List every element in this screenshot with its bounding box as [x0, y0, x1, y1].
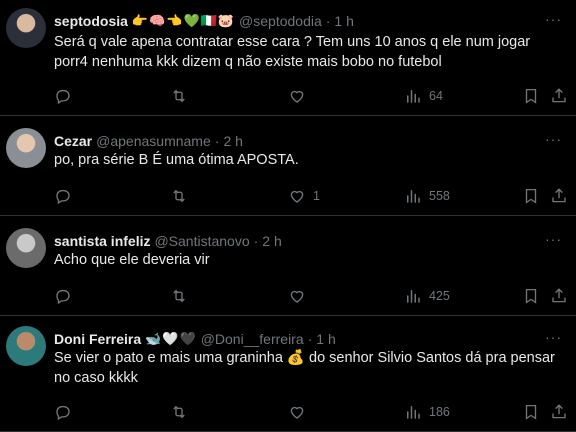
reply-icon [54, 87, 72, 105]
bookmark-button[interactable] [522, 86, 540, 106]
heart-icon [288, 403, 306, 421]
like-button[interactable] [288, 86, 313, 106]
retweet-icon [170, 187, 188, 205]
user-handle[interactable]: @apenasumname [96, 133, 211, 149]
tweet-actions: 425 [54, 286, 576, 306]
tweet-actions: 64 [54, 86, 576, 106]
views-button[interactable]: 186 [404, 402, 450, 422]
display-name[interactable]: Doni Ferreira [54, 331, 141, 347]
separator-dot: · [253, 233, 259, 249]
share-button[interactable] [550, 186, 568, 206]
tweet-text: Será q vale apena contratar esse cara ? … [54, 34, 531, 70]
name-emojis: 🐋🤍🖤 [145, 331, 197, 347]
name-emojis: 👉🧠👈💚🇮🇹🐷 [131, 13, 236, 29]
avatar[interactable] [6, 326, 46, 366]
bookmark-icon [522, 187, 540, 205]
share-icon [550, 187, 568, 205]
separator-dot: · [214, 133, 220, 149]
retweet-button[interactable] [170, 402, 195, 422]
reply-icon [54, 287, 72, 305]
reply-button[interactable] [54, 402, 79, 422]
more-icon[interactable]: ··· [545, 131, 562, 147]
share-icon [550, 403, 568, 421]
retweet-button[interactable] [170, 286, 195, 306]
views-icon [404, 87, 422, 105]
display-name[interactable]: Cezar [54, 133, 92, 149]
tweet-header: Doni Ferreira 🐋🤍🖤 @Doni__ferreira · 1 h [54, 329, 546, 349]
tweet-text: Se vier o pato e mais uma graninha 💰 do … [54, 350, 555, 386]
tweet[interactable]: Cezar @apenasumname · 2 h ··· po, pra série B… [0, 116, 576, 216]
tweet-header: santista infeliz @Santistanovo · 2 h [54, 231, 546, 251]
avatar[interactable] [6, 228, 46, 268]
heart-icon [288, 87, 306, 105]
tweet[interactable]: santista infeliz @Santistanovo · 2 h ··· Acho… [0, 216, 576, 316]
like-button[interactable]: 1 [288, 186, 320, 206]
more-icon[interactable]: ··· [545, 329, 562, 345]
reply-button[interactable] [54, 86, 79, 106]
avatar[interactable] [6, 128, 46, 168]
tweet-header: Cezar @apenasumname · 2 h [54, 131, 546, 151]
separator-dot: · [325, 13, 331, 29]
share-icon [550, 287, 568, 305]
user-handle[interactable]: @Doni__ferreira [201, 331, 304, 347]
share-icon [550, 87, 568, 105]
bookmark-icon [522, 403, 540, 421]
views-button[interactable]: 64 [404, 86, 443, 106]
heart-icon [288, 187, 306, 205]
views-count: 558 [429, 189, 450, 203]
bookmark-button[interactable] [522, 186, 540, 206]
tweet-text: Acho que ele deveria vir [54, 252, 210, 268]
timestamp[interactable]: 1 h [334, 13, 353, 29]
retweet-button[interactable] [170, 86, 195, 106]
tweet-header: septodosia 👉🧠👈💚🇮🇹🐷 @septododia · 1 h [54, 11, 546, 31]
bookmark-icon [522, 87, 540, 105]
timestamp[interactable]: 1 h [316, 331, 335, 347]
tweet-actions: 1 558 [54, 186, 576, 206]
like-count: 1 [313, 189, 320, 203]
display-name[interactable]: septodosia [54, 13, 128, 29]
separator-dot: · [307, 331, 313, 347]
views-icon [404, 403, 422, 421]
heart-icon [288, 287, 306, 305]
retweet-icon [170, 403, 188, 421]
views-icon [404, 287, 422, 305]
views-count: 64 [429, 89, 443, 103]
reply-icon [54, 187, 72, 205]
views-button[interactable]: 425 [404, 286, 450, 306]
timestamp[interactable]: 2 h [262, 233, 281, 249]
timestamp[interactable]: 2 h [223, 133, 242, 149]
bookmark-button[interactable] [522, 286, 540, 306]
reply-button[interactable] [54, 286, 79, 306]
tweet[interactable]: Doni Ferreira 🐋🤍🖤 @Doni__ferreira · 1 h ··· Se… [0, 316, 576, 432]
tweet[interactable]: septodosia 👉🧠👈💚🇮🇹🐷 @septododia · 1 h ··· Será … [0, 0, 576, 116]
views-button[interactable]: 558 [404, 186, 450, 206]
display-name[interactable]: santista infeliz [54, 233, 150, 249]
reply-button[interactable] [54, 186, 79, 206]
views-icon [404, 187, 422, 205]
user-handle[interactable]: @septododia [239, 13, 322, 29]
retweet-icon [170, 87, 188, 105]
retweet-icon [170, 287, 188, 305]
more-icon[interactable]: ··· [545, 231, 562, 247]
retweet-button[interactable] [170, 186, 195, 206]
share-button[interactable] [550, 402, 568, 422]
bookmark-button[interactable] [522, 402, 540, 422]
more-icon[interactable]: ··· [545, 11, 562, 27]
like-button[interactable] [288, 286, 313, 306]
tweet-text: po, pra série B É uma ótima APOSTA. [54, 152, 299, 168]
views-count: 186 [429, 405, 450, 419]
views-count: 425 [429, 289, 450, 303]
like-button[interactable] [288, 402, 313, 422]
share-button[interactable] [550, 286, 568, 306]
share-button[interactable] [550, 86, 568, 106]
user-handle[interactable]: @Santistanovo [154, 233, 249, 249]
avatar[interactable] [6, 8, 46, 48]
reply-icon [54, 403, 72, 421]
bookmark-icon [522, 287, 540, 305]
tweet-actions: 186 [54, 402, 576, 422]
